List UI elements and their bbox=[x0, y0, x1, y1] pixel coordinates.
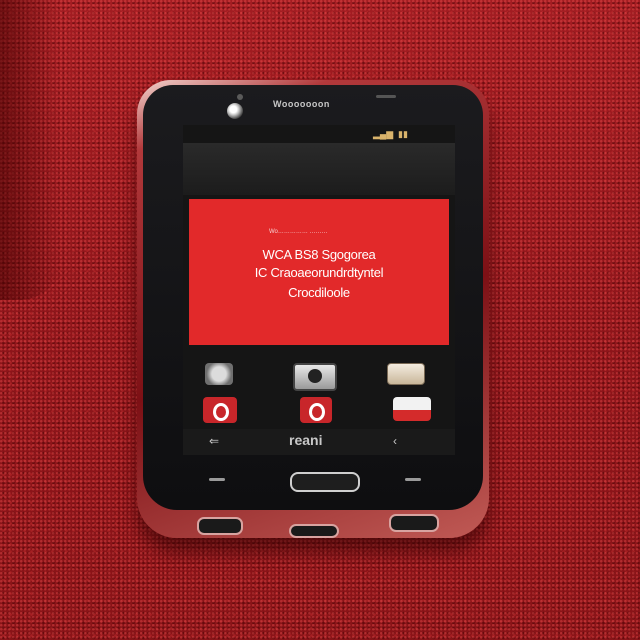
phone-brand: Wooooooon bbox=[273, 99, 330, 109]
status-bar: ▂▄▆ ▮▮ bbox=[183, 125, 455, 143]
phone-screen: ▂▄▆ ▮▮ Wo…………… ……… WCA BS8 Sgogorea IC C… bbox=[183, 125, 455, 455]
opera-app-icon[interactable] bbox=[203, 397, 237, 423]
nav-label: reani bbox=[289, 432, 323, 448]
bottom-speaker-port-right bbox=[389, 514, 439, 532]
hardware-back-button[interactable] bbox=[209, 478, 225, 481]
screen-top-panel bbox=[183, 143, 455, 195]
opera-ring-icon bbox=[213, 403, 229, 421]
briefcase-app-icon[interactable] bbox=[387, 363, 425, 385]
charging-port bbox=[289, 524, 339, 538]
globe-app-icon[interactable] bbox=[205, 363, 233, 385]
smartphone: Wooooooon ▂▄▆ ▮▮ Wo…………… ……… WCA BS8 Sgo… bbox=[137, 80, 489, 538]
screen-banner[interactable]: Wo…………… ……… WCA BS8 Sgogorea IC Craoaeor… bbox=[189, 199, 449, 345]
opera-ring-icon-2 bbox=[309, 403, 325, 421]
nav-chevron-icon[interactable]: ‹ bbox=[393, 434, 397, 448]
hardware-home-button[interactable] bbox=[290, 472, 360, 492]
banner-line-2: IC Craoaeorundrdtyntel bbox=[254, 265, 384, 280]
camera-app-icon[interactable] bbox=[293, 363, 337, 391]
mail-app-icon[interactable] bbox=[393, 397, 431, 421]
banner-line-3: Crocdiloole bbox=[288, 285, 350, 300]
carpet-fold bbox=[0, 0, 60, 300]
soft-nav-bar: ⇐ reani ‹ bbox=[183, 429, 455, 455]
battery-icon: ▮▮ bbox=[398, 129, 408, 139]
front-camera-icon bbox=[227, 103, 243, 119]
earpiece-speaker bbox=[376, 95, 396, 98]
banner-line-1: WCA BS8 Sgogorea bbox=[262, 247, 376, 262]
hardware-menu-button[interactable] bbox=[405, 478, 421, 481]
camera-lens-icon bbox=[308, 369, 322, 383]
proximity-sensor-icon bbox=[237, 94, 243, 100]
bottom-speaker-port-left bbox=[197, 517, 243, 535]
banner-caption: Wo…………… ……… bbox=[269, 229, 328, 235]
back-arrow-icon[interactable]: ⇐ bbox=[209, 434, 219, 448]
opera-app-icon-2[interactable] bbox=[300, 397, 332, 423]
phone-front-bezel: Wooooooon ▂▄▆ ▮▮ Wo…………… ……… WCA BS8 Sgo… bbox=[143, 85, 483, 510]
signal-icon: ▂▄▆ bbox=[373, 129, 394, 139]
